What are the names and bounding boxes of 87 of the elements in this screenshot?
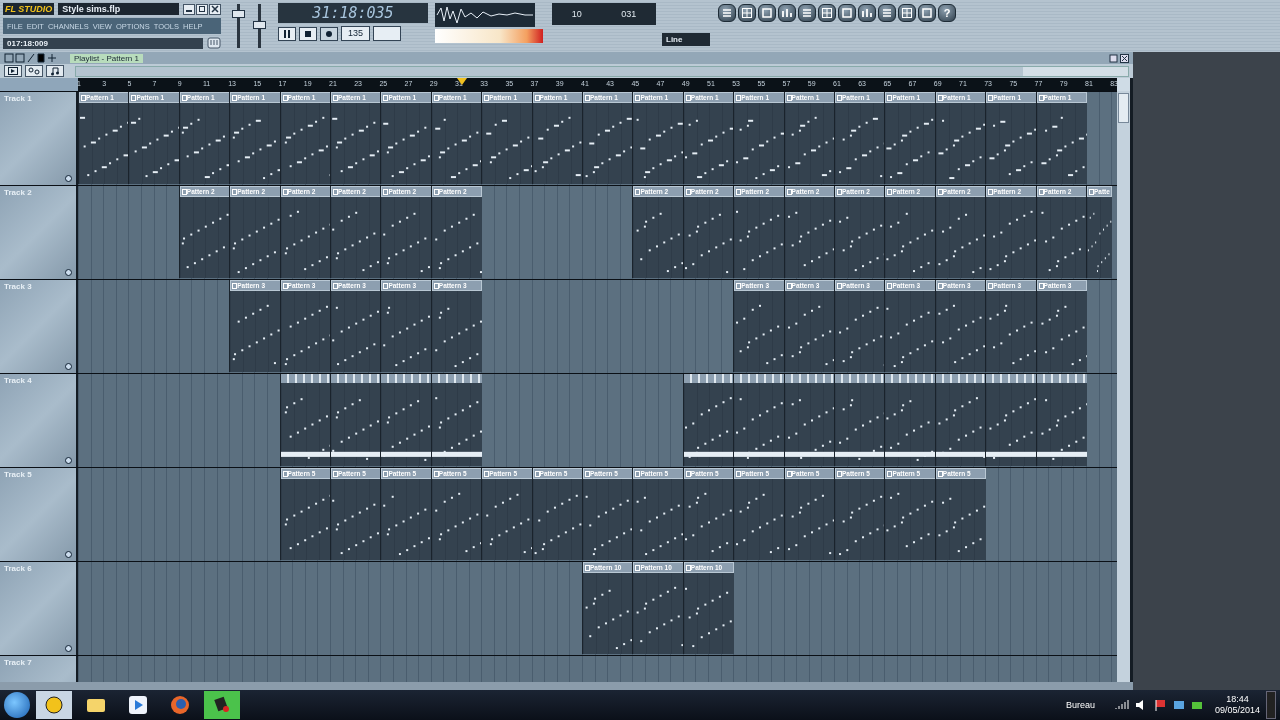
fruit-icon: [44, 695, 64, 715]
toolbar-button[interactable]: [758, 4, 776, 22]
track-header[interactable]: Track 4: [0, 374, 76, 467]
clip-header: [935, 374, 987, 383]
flag-icon[interactable]: [1154, 699, 1167, 711]
network-icon[interactable]: [1172, 699, 1185, 711]
track-header[interactable]: Track 5: [0, 468, 76, 561]
restore-button[interactable]: [196, 3, 208, 15]
record-icon: [324, 28, 334, 39]
pause-button[interactable]: [278, 26, 296, 41]
start-button[interactable]: [4, 692, 30, 718]
clip-header: [683, 374, 735, 383]
clip-header: [986, 374, 1037, 383]
square-icon: [760, 6, 774, 20]
toolbar-button[interactable]: [738, 4, 756, 22]
clip-header: [331, 374, 382, 383]
track-header[interactable]: Track 2: [0, 186, 76, 279]
track-header[interactable]: Track 1: [0, 92, 76, 185]
clock-date: 09/05/2014: [1214, 705, 1260, 716]
track-name: Track 1: [4, 94, 32, 103]
clip-header: [734, 374, 785, 383]
close-icon: [211, 5, 219, 13]
view-tab[interactable]: [4, 65, 22, 77]
record-button[interactable]: [320, 26, 338, 41]
keyboard-icon[interactable]: [207, 36, 221, 50]
battery-icon[interactable]: [1190, 699, 1203, 711]
arrow-icon: [8, 67, 18, 75]
track-name: Track 7: [4, 658, 32, 667]
show-desktop-button[interactable]: [1266, 691, 1276, 719]
horizontal-scrollbar[interactable]: [75, 65, 1129, 77]
track-name: Track 2: [4, 188, 32, 197]
close-icon[interactable]: [1120, 53, 1129, 63]
taskbar-app-icon[interactable]: [36, 691, 72, 719]
minimize-button[interactable]: [183, 3, 195, 15]
clip-header: [1036, 374, 1087, 383]
clock[interactable]: 18:44 09/05/2014: [1214, 694, 1260, 716]
globe-icon: [170, 695, 190, 715]
app-logo: FL STUDIO: [3, 3, 55, 15]
clip-header: [381, 374, 432, 383]
signal-icon[interactable]: [1114, 700, 1129, 710]
folder-icon: [86, 696, 106, 714]
clock-time: 18:44: [1226, 694, 1249, 705]
close-button[interactable]: [209, 3, 221, 15]
slider-thumb[interactable]: [232, 9, 245, 18]
view-tab[interactable]: [25, 65, 43, 77]
help-button[interactable]: ?: [938, 4, 956, 22]
track-lane[interactable]: [78, 374, 1117, 467]
desktop-toolbar-label[interactable]: Bureau: [1065, 700, 1095, 710]
cpu-value: 10: [571, 9, 582, 19]
track-name: Track 5: [4, 470, 32, 479]
lines-icon: [720, 6, 734, 20]
play-icon: [128, 695, 148, 715]
cards-icon: [212, 695, 232, 715]
time-display: 31:18:035: [278, 3, 428, 23]
note-icon: [50, 66, 60, 76]
stop-button[interactable]: [299, 26, 317, 41]
hint-bar: 017:18:009: [3, 37, 203, 49]
clip-header: [280, 374, 331, 383]
clip-header: [431, 374, 483, 383]
clip-header: [784, 374, 835, 383]
snap-select[interactable]: Line: [662, 33, 710, 46]
view-tab[interactable]: [46, 65, 64, 77]
vertical-scrollbar[interactable]: [1117, 91, 1130, 682]
track-name: Track 4: [4, 376, 32, 385]
toolbar-button[interactable]: [718, 4, 736, 22]
restore-icon[interactable]: [1109, 53, 1118, 63]
link-icon: [28, 67, 40, 75]
pattern-display[interactable]: [373, 26, 402, 41]
track-header[interactable]: Track 3: [0, 280, 76, 373]
tempo-display[interactable]: 135: [341, 26, 371, 41]
taskbar-app-icon[interactable]: [204, 691, 240, 719]
bars-icon: [780, 6, 794, 20]
polyphony-value: 031: [621, 9, 637, 19]
track-name: Track 3: [4, 282, 32, 291]
pause-icon: [282, 28, 292, 39]
clip-header: [835, 374, 886, 383]
restore-icon: [198, 5, 206, 13]
grid-icon: [740, 6, 754, 20]
slider-thumb[interactable]: [253, 21, 266, 29]
track-header[interactable]: Track 7: [0, 656, 76, 682]
track-name: Track 6: [4, 564, 32, 573]
clip-header: [885, 374, 936, 383]
track-header[interactable]: Track 6: [0, 562, 76, 655]
playlist-title: Playlist - Pattern 1: [70, 53, 143, 63]
toolbar-button[interactable]: [778, 4, 796, 22]
stop-icon: [303, 28, 313, 39]
window-title: Style sims.flp: [58, 3, 179, 15]
